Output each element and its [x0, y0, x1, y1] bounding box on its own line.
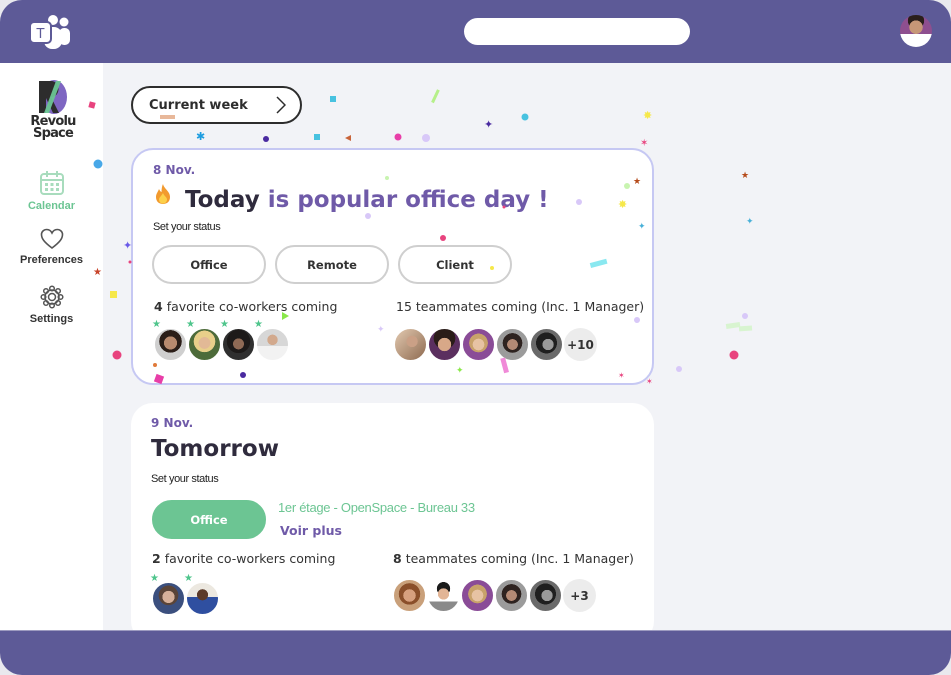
avatar[interactable]: ★	[184, 574, 219, 615]
day-title: Tomorrow	[151, 436, 279, 462]
status-label: Set your status	[151, 473, 219, 485]
brand-line2: Space	[33, 126, 74, 141]
teammates-text: 15 teammates coming (Inc. 1 Manager)	[396, 299, 645, 314]
avatar[interactable]	[496, 328, 529, 361]
avatar[interactable]	[529, 579, 562, 612]
revoluspace-logo[interactable]: Revolu Space	[24, 79, 80, 145]
teams-top-bar: T	[0, 0, 951, 63]
status-label: Set your status	[153, 221, 221, 233]
sidebar-item-label: Settings	[29, 313, 74, 325]
avatar[interactable]: ★	[150, 574, 185, 615]
favorite-star-icon: ★	[184, 573, 193, 584]
office-location: 1er étage - OpenSpace - Bureau 33	[278, 500, 475, 515]
sidebar: Revolu Space Calendar Preferences Settin…	[0, 63, 103, 630]
favorite-coworkers-text: 4 favorite co-workers coming	[154, 299, 337, 314]
favorite-avatars: ★ ★	[150, 574, 220, 615]
current-week-button[interactable]: Current week	[131, 86, 302, 124]
teams-bottom-bar	[0, 630, 951, 675]
day-date: 8 Nov.	[153, 163, 196, 177]
revoluspace-logo-icon	[39, 80, 67, 114]
user-avatar[interactable]	[900, 15, 932, 47]
favorite-label: favorite co-workers coming	[164, 551, 336, 566]
teammates-count: 8	[393, 551, 402, 566]
gear-icon	[39, 285, 64, 309]
avatar[interactable]	[461, 579, 494, 612]
favorite-star-icon: ★	[152, 319, 161, 330]
sidebar-item-label: Calendar	[27, 200, 76, 212]
more-teammates-badge[interactable]: +3	[563, 579, 596, 612]
svg-text:T: T	[36, 27, 45, 42]
favorite-coworkers-text: 2 favorite co-workers coming	[152, 551, 335, 566]
heart-icon	[40, 228, 63, 250]
avatar[interactable]: ★	[220, 320, 255, 361]
status-remote-button[interactable]: Remote	[275, 245, 389, 284]
day-card-tomorrow: 9 Nov. Tomorrow Set your status Office 1…	[131, 403, 654, 630]
status-client-button[interactable]: Client	[398, 245, 512, 284]
teammate-avatars: +3	[393, 579, 596, 612]
avatar[interactable]: ★	[186, 320, 221, 361]
teams-logo-icon[interactable]: T	[28, 14, 72, 52]
favorite-star-icon: ★	[186, 319, 195, 330]
avatar[interactable]	[394, 328, 427, 361]
teammates-label: teammates coming (Inc. 1 Manager)	[405, 551, 634, 566]
favorite-avatars: ★ ★ ★ ★	[152, 320, 290, 361]
status-office-button[interactable]: Office	[152, 500, 266, 539]
favorite-star-icon: ★	[150, 573, 159, 584]
avatar[interactable]: ★	[152, 320, 187, 361]
more-teammates-badge[interactable]: +10	[564, 328, 597, 361]
avatar[interactable]: ★	[254, 320, 289, 361]
current-week-label: Current week	[149, 97, 248, 113]
main-content: Current week 8 Nov. Today is popular off…	[103, 63, 951, 630]
status-office-button[interactable]: Office	[152, 245, 266, 284]
favorite-star-icon: ★	[254, 319, 263, 330]
avatar[interactable]	[427, 579, 460, 612]
favorite-label: favorite co-workers coming	[166, 299, 338, 314]
avatar[interactable]	[530, 328, 563, 361]
calendar-icon	[39, 171, 64, 195]
avatar[interactable]	[462, 328, 495, 361]
sidebar-item-settings[interactable]: Settings	[0, 285, 103, 325]
day-title-accent: is popular office day !	[267, 187, 549, 213]
favorite-star-icon: ★	[220, 319, 229, 330]
avatar[interactable]	[393, 579, 426, 612]
avatar[interactable]	[428, 328, 461, 361]
sidebar-item-preferences[interactable]: Preferences	[0, 228, 103, 266]
app-window: T Revolu Space Calendar Preferences Sett…	[0, 0, 951, 675]
search-input[interactable]	[464, 18, 690, 45]
brand-name: Revolu Space	[24, 115, 82, 141]
day-card-today: 8 Nov. Today is popular office day ! Set…	[131, 148, 654, 385]
sidebar-item-label: Preferences	[20, 254, 83, 266]
chevron-right-icon	[276, 96, 286, 114]
avatar[interactable]	[495, 579, 528, 612]
favorite-count: 4	[154, 299, 163, 314]
favorite-count: 2	[152, 551, 161, 566]
teammate-avatars: +10	[394, 328, 597, 361]
sidebar-item-calendar[interactable]: Calendar	[0, 170, 103, 212]
fire-icon	[156, 184, 170, 204]
day-date: 9 Nov.	[151, 416, 194, 430]
day-title-main: Today	[185, 187, 260, 213]
see-more-link[interactable]: Voir plus	[280, 523, 342, 538]
teammates-text: 8 teammates coming (Inc. 1 Manager)	[393, 551, 634, 566]
day-title: Today is popular office day !	[153, 183, 549, 213]
